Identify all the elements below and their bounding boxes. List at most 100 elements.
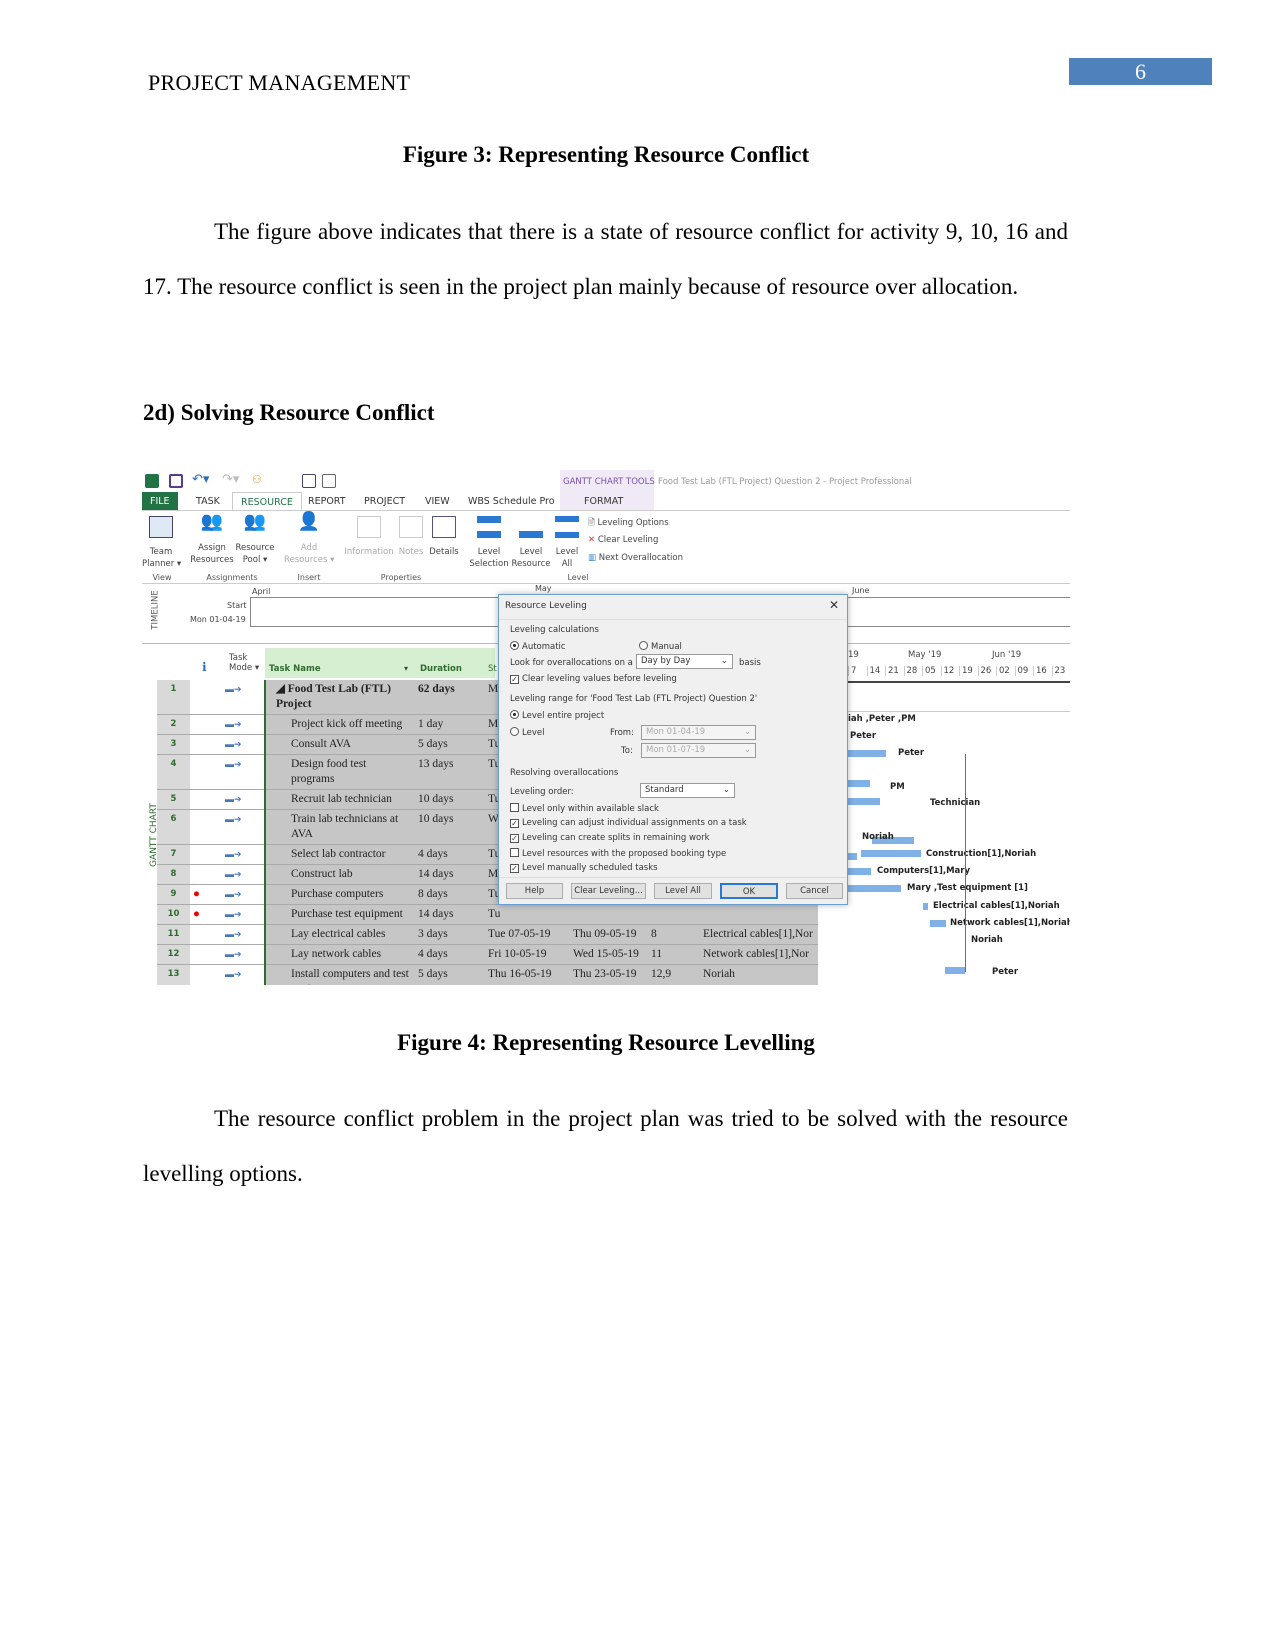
row-number[interactable]: 5 (157, 789, 190, 810)
level-all-button[interactable]: Level All (552, 516, 582, 570)
row-number[interactable]: 13 (157, 964, 190, 985)
task-name[interactable]: Train lab technicians at AVA (264, 809, 415, 845)
indicator-cell[interactable]: ● (190, 904, 222, 925)
view-icon[interactable] (302, 474, 316, 488)
column-task-mode[interactable]: Task Mode ▾ (229, 653, 265, 673)
tab-view[interactable]: VIEW (417, 492, 458, 511)
tab-report[interactable]: REPORT (300, 492, 354, 511)
indicator-cell[interactable] (190, 964, 222, 985)
row-number[interactable]: 7 (157, 844, 190, 865)
column-start[interactable]: St (488, 664, 497, 674)
gantt-bar[interactable] (930, 920, 946, 927)
row-number[interactable]: 9 (157, 884, 190, 905)
indicator-cell[interactable] (190, 789, 222, 810)
indicator-cell[interactable] (190, 924, 222, 945)
task-start[interactable]: Tu (485, 904, 570, 925)
save-icon[interactable] (169, 474, 183, 488)
row-number[interactable]: 11 (157, 924, 190, 945)
resource-pool-button[interactable]: 👥 Resource Pool ▾ (234, 513, 276, 566)
task-mode-cell[interactable]: ▬➔ (222, 964, 265, 985)
task-mode-cell[interactable]: ▬➔ (222, 809, 265, 845)
tab-project[interactable]: PROJECT (356, 492, 413, 511)
team-planner-button[interactable]: Team Planner ▾ (142, 516, 181, 570)
manual-radio[interactable]: Manual (639, 641, 682, 652)
task-duration[interactable]: 14 days (415, 864, 485, 885)
indicator-cell[interactable] (190, 734, 222, 755)
task-duration[interactable]: 4 days (415, 844, 485, 865)
task-resources[interactable]: Electrical cables[1],Nor (700, 924, 818, 945)
task-duration[interactable]: 5 days (415, 734, 485, 755)
task-duration[interactable]: 1 day (415, 714, 485, 735)
assign-resources-button[interactable]: 👥 Assign Resources (188, 513, 236, 566)
row-number[interactable]: 8 (157, 864, 190, 885)
overallocation-icon[interactable]: ● (193, 888, 200, 900)
task-predecessors[interactable]: 8 (648, 924, 700, 945)
task-name[interactable]: Select lab contractor (264, 844, 415, 865)
level-range-radio[interactable]: Level (510, 727, 544, 738)
next-overallocation-button[interactable]: ▥ Next Overallocation (588, 553, 683, 563)
task-mode-cell[interactable]: ▬➔ (222, 844, 265, 865)
org-chart-icon[interactable]: ⚇ (252, 473, 262, 486)
task-duration[interactable]: 10 days (415, 789, 485, 810)
leveling-option-checkbox[interactable]: ✓ Leveling can create splits in remaining… (510, 833, 710, 843)
details-button[interactable]: Details (428, 516, 460, 558)
gantt-bar[interactable] (848, 780, 870, 787)
notes-button[interactable]: Notes (396, 516, 426, 558)
task-name[interactable]: Lay electrical cables (264, 924, 415, 945)
clear-values-checkbox[interactable]: ✓ Clear leveling values before leveling (510, 674, 677, 684)
help-button[interactable]: Help (506, 883, 563, 899)
task-duration[interactable]: 4 days (415, 944, 485, 965)
cancel-button[interactable]: Cancel (786, 883, 843, 899)
gantt-bar[interactable] (945, 967, 965, 974)
row-number[interactable]: 3 (157, 734, 190, 755)
clear-leveling-button[interactable]: ✕ Clear Leveling (588, 535, 658, 545)
leveling-options-button[interactable]: 🗎 Leveling Options (588, 517, 669, 531)
table-row[interactable]: 11 ▬➔ Lay electrical cables 3 days Tue 07-05… (157, 924, 818, 945)
task-name[interactable]: Construct lab (264, 864, 415, 885)
undo-icon[interactable]: ↶▾ (192, 472, 209, 487)
task-predecessors[interactable]: 11 (648, 944, 700, 965)
gantt-bar[interactable] (923, 903, 928, 910)
indicator-cell[interactable]: ● (190, 884, 222, 905)
task-resources[interactable]: Noriah (700, 964, 818, 985)
task-mode-cell[interactable]: ▬➔ (222, 789, 265, 810)
gantt-bar[interactable] (848, 798, 880, 805)
task-predecessors[interactable] (648, 904, 700, 925)
gantt-bar[interactable] (848, 853, 857, 860)
row-number[interactable]: 12 (157, 944, 190, 965)
row-number[interactable]: 10 (157, 904, 190, 925)
task-duration[interactable]: 62 days (415, 680, 485, 715)
leveling-option-checkbox[interactable]: ✓ Leveling can adjust individual assignme… (510, 818, 747, 828)
redo-icon[interactable]: ↷▾ (222, 472, 239, 487)
task-name[interactable]: Design food test programs (264, 754, 415, 790)
add-resources-button[interactable]: 👤 Add Resources ▾ (284, 513, 334, 566)
task-start[interactable]: Tue 07-05-19 (485, 924, 570, 945)
task-mode-cell[interactable]: ▬➔ (222, 680, 265, 715)
from-date-input[interactable]: Mon 01-04-19 ⌄ (641, 725, 756, 740)
level-selection-button[interactable]: Level Selection (468, 516, 510, 570)
ok-button[interactable]: OK (720, 883, 778, 899)
table-icon[interactable] (322, 474, 336, 488)
indicator-cell[interactable] (190, 714, 222, 735)
level-entire-project-radio[interactable]: Level entire project (510, 710, 604, 721)
task-mode-cell[interactable]: ▬➔ (222, 884, 265, 905)
task-name[interactable]: Purchase test equipment (264, 904, 415, 925)
task-duration[interactable]: 3 days (415, 924, 485, 945)
automatic-radio[interactable]: Automatic (510, 641, 566, 652)
basis-select[interactable]: Day by Day ⌄ (636, 654, 733, 669)
overallocation-icon[interactable]: ● (193, 908, 200, 920)
gantt-bar[interactable] (861, 850, 921, 857)
task-name[interactable]: Recruit lab technician (264, 789, 415, 810)
task-duration[interactable]: 5 days (415, 964, 485, 985)
level-resource-button[interactable]: Level Resource (510, 516, 552, 570)
row-number[interactable]: 4 (157, 754, 190, 790)
indicator-cell[interactable] (190, 844, 222, 865)
row-number[interactable]: 6 (157, 809, 190, 845)
task-mode-cell[interactable]: ▬➔ (222, 944, 265, 965)
task-resources[interactable]: Network cables[1],Nor (700, 944, 818, 965)
task-predecessors[interactable]: 12,9 (648, 964, 700, 985)
task-name[interactable]: Purchase computers (264, 884, 415, 905)
task-resources[interactable] (700, 904, 818, 925)
level-all-dialog-button[interactable]: Level All (654, 883, 712, 899)
clear-leveling-dialog-button[interactable]: Clear Leveling... (571, 883, 646, 899)
